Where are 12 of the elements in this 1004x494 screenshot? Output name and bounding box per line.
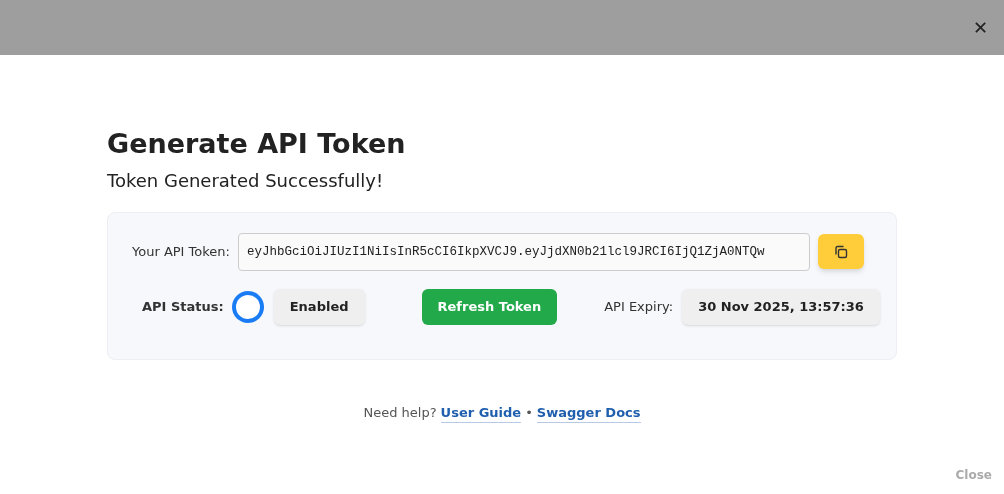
expiry-label: API Expiry: xyxy=(604,298,674,316)
status-value: Enabled xyxy=(273,288,365,325)
help-text: Need help? xyxy=(363,404,437,423)
help-link[interactable]: User Guide xyxy=(440,402,522,424)
token-label: Your API Token: xyxy=(132,243,230,261)
status-label: API Status: xyxy=(142,298,224,316)
expiry-value: 30 Nov 2025, 13:57:36 xyxy=(682,288,880,325)
dialog-title: Generate API Token xyxy=(107,127,407,161)
separator-dot: • xyxy=(525,404,533,423)
token-field[interactable]: eyJhbGciOiJIUzI1NiIsInR5cCI6IkpXVCJ9.eyJjdXN0b21lcl9JRCI6IjQ1ZjA0NTQw xyxy=(237,232,810,271)
help-link[interactable]: Swagger Docs xyxy=(536,402,641,424)
success-message: Token Generated Successfully! xyxy=(107,168,385,193)
